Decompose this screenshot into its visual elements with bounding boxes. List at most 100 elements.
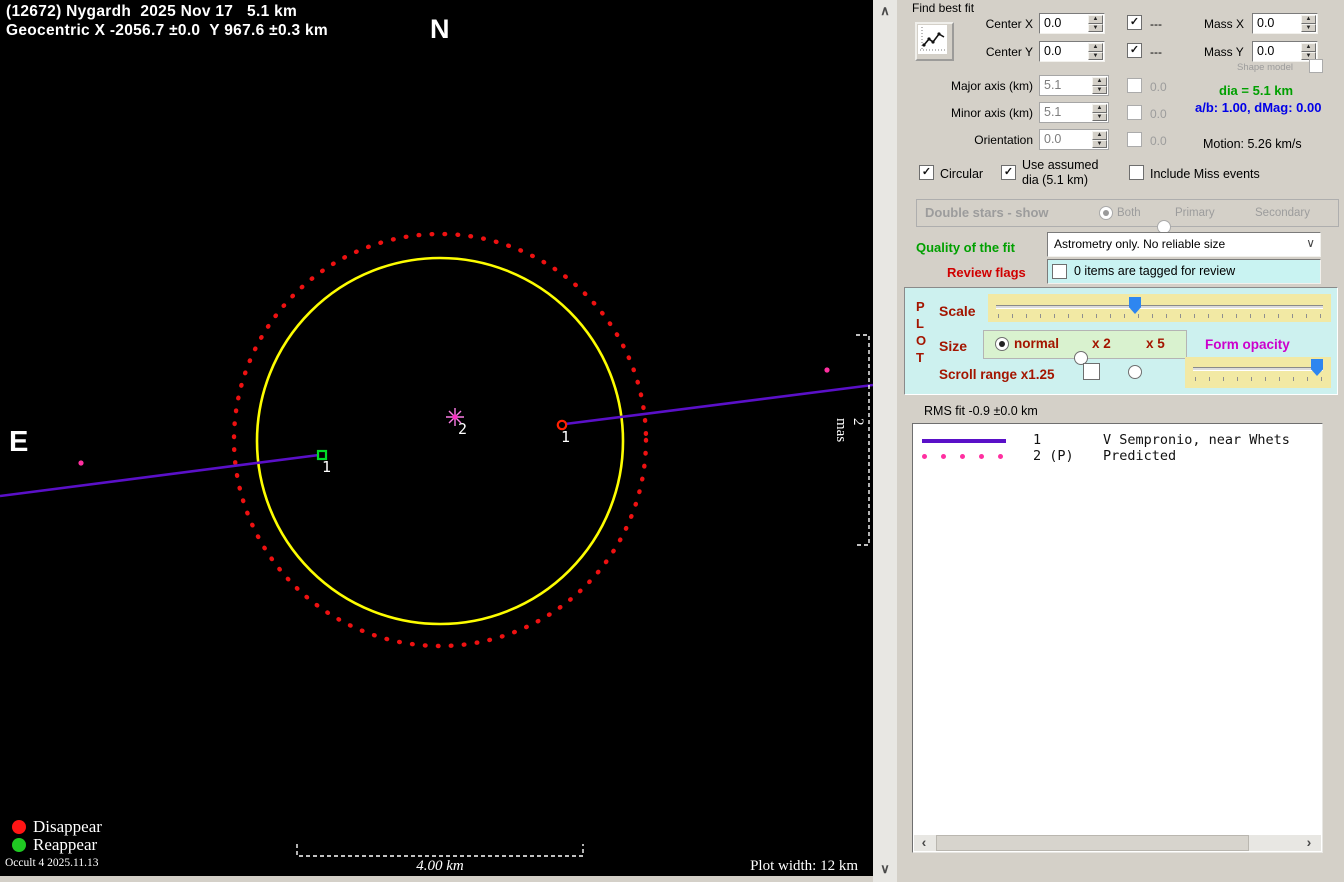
scale-label: Scale [939,303,976,319]
major-axis-spin-down[interactable]: ▼ [1092,86,1107,95]
mass-y-label: Mass Y [1204,45,1244,59]
form-opacity-label: Form opacity [1205,337,1290,352]
center-x-label: Center X [981,17,1033,31]
mass-x-spin-up[interactable]: ▲ [1301,15,1316,24]
plot-width-label: Plot width: 12 km [700,858,858,875]
circular-label: Circular [940,167,983,181]
disappear-legend-dot [12,820,26,834]
scrollbar-down-icon[interactable]: ∨ [873,862,897,875]
double-stars-title: Double stars - show [925,205,1049,220]
scroll-left-icon[interactable]: ‹ [916,836,932,849]
combo-dropdown-icon[interactable]: ∨ [1306,236,1315,250]
review-flags-checkbox[interactable] [1052,264,1067,279]
orientation-aux: 0.0 [1150,134,1167,148]
minor-axis-spin-down[interactable]: ▼ [1092,113,1107,122]
list-item-predicted[interactable]: 2 (P) Predicted [913,446,1322,464]
scrollbar-up-icon[interactable]: ∧ [873,4,897,17]
review-flags-label: Review flags [947,265,1026,280]
chart-icon [918,25,947,54]
plot-vertical-scrollbar[interactable]: ∧ ∨ [873,0,897,882]
angular-scale-label: 2 mas [832,418,866,442]
use-assumed-checkbox[interactable]: ✓ [1001,165,1016,180]
double-stars-both-radio[interactable] [1099,206,1113,220]
double-stars-group: Double stars - show Both Primary Seconda… [916,199,1339,227]
plot-letter-p: P [916,299,925,314]
size-normal-label: normal [1014,336,1059,351]
major-axis-label: Major axis (km) [937,79,1033,93]
chord-listbox[interactable]: 1 V Sempronio, near Whets 2 (P) Predicte… [912,423,1323,853]
list-horizontal-scrollbar[interactable]: ‹ › [914,835,1321,851]
double-stars-primary-label: Primary [1175,207,1215,219]
east-label: E [9,426,28,459]
predicted-point-east [824,367,829,372]
mass-x-field[interactable]: 0.0 ▲▼ [1252,13,1318,34]
plot-canvas [0,0,873,876]
north-label: N [430,14,450,45]
minor-axis-label: Minor axis (km) [937,106,1033,120]
center-x-spin-up[interactable]: ▲ [1088,15,1103,24]
observed-chord-segment-east [565,385,873,424]
center-y-checkbox[interactable]: ✓ [1127,43,1142,58]
rms-fit-label: RMS fit -0.9 ±0.0 km [924,404,1038,418]
scale-slider-thumb[interactable] [1129,297,1141,314]
orientation-spin-down[interactable]: ▼ [1092,140,1107,149]
include-miss-label: Include Miss events [1150,167,1260,181]
plot-letter-o: O [916,333,926,348]
major-axis-field[interactable]: 5.1 ▲▼ [1039,75,1109,96]
list-item-name: Predicted [1103,448,1176,464]
review-flags-field: 0 items are tagged for review [1047,259,1321,284]
size-label: Size [939,338,967,354]
minor-axis-aux: 0.0 [1150,107,1167,121]
size-x2-label: x 2 [1092,336,1111,351]
mass-x-spin-down[interactable]: ▼ [1301,24,1316,33]
plot-letter-t: T [916,350,924,365]
form-opacity-slider[interactable] [1185,357,1331,388]
mass-y-spin-up[interactable]: ▲ [1301,43,1316,52]
circular-checkbox[interactable]: ✓ [919,165,934,180]
orientation-checkbox[interactable] [1127,132,1142,147]
quality-combobox[interactable]: Astrometry only. No reliable size ∨ [1047,232,1321,257]
minor-axis-checkbox[interactable] [1127,105,1142,120]
center-x-field[interactable]: 0.0 ▲▼ [1039,13,1105,34]
list-item-num: 2 (P) [1033,448,1074,464]
major-axis-checkbox[interactable] [1127,78,1142,93]
center-y-field[interactable]: 0.0 ▲▼ [1039,41,1105,62]
shape-model-checkbox[interactable] [1309,59,1323,73]
center-x-checkbox[interactable]: ✓ [1127,15,1142,30]
reappear-legend-dot [12,838,26,852]
minor-axis-spin-up[interactable]: ▲ [1092,104,1107,113]
center-y-spin-down[interactable]: ▼ [1088,52,1103,61]
center-x-dashes: --- [1150,17,1162,31]
plot-title-line1: (12672) Nygardh 2025 Nov 17 5.1 km [6,3,297,21]
center-y-spin-up[interactable]: ▲ [1088,43,1103,52]
scroll-right-icon[interactable]: › [1301,836,1317,849]
predicted-center-dot [453,415,458,420]
version-label: Occult 4 2025.11.13 [5,857,98,869]
ab-dmag-label: a/b: 1.00, dMag: 0.00 [1195,100,1321,115]
minor-axis-field[interactable]: 5.1 ▲▼ [1039,102,1109,123]
fit-control-panel: Find best fit Center X 0.0 ▲▼ ✓ --- Mass… [897,0,1344,882]
scroll-range-checkbox[interactable] [1083,363,1100,380]
legend-reappear-label: Reappear [33,835,97,855]
major-axis-aux: 0.0 [1150,80,1167,94]
scale-slider[interactable] [988,294,1331,322]
form-opacity-slider-thumb[interactable] [1311,359,1323,376]
major-axis-spin-up[interactable]: ▲ [1092,77,1107,86]
dia-label: dia = 5.1 km [1219,83,1293,98]
mass-x-label: Mass X [1204,17,1244,31]
size-normal-radio[interactable] [995,337,1009,351]
use-assumed-label: Use assumed dia (5.1 km) [1022,158,1098,188]
plot-controls-panel: P L O T Scale Size normal x 2 x 5 Form o… [904,287,1338,395]
center-x-spin-down[interactable]: ▼ [1088,24,1103,33]
quality-label: Quality of the fit [916,240,1015,255]
orientation-label: Orientation [937,133,1033,147]
orientation-field[interactable]: 0.0 ▲▼ [1039,129,1109,150]
find-best-fit-button[interactable] [915,22,954,61]
include-miss-checkbox[interactable] [1129,165,1144,180]
list-scrollbar-thumb[interactable] [936,835,1249,851]
orientation-spin-up[interactable]: ▲ [1092,131,1107,140]
quality-value: Astrometry only. No reliable size [1054,237,1225,251]
predicted-chord-swatch [922,454,1003,459]
occultation-plot[interactable]: (12672) Nygardh 2025 Nov 17 5.1 km Geoce… [0,0,873,876]
size-x5-radio[interactable] [1128,365,1142,379]
